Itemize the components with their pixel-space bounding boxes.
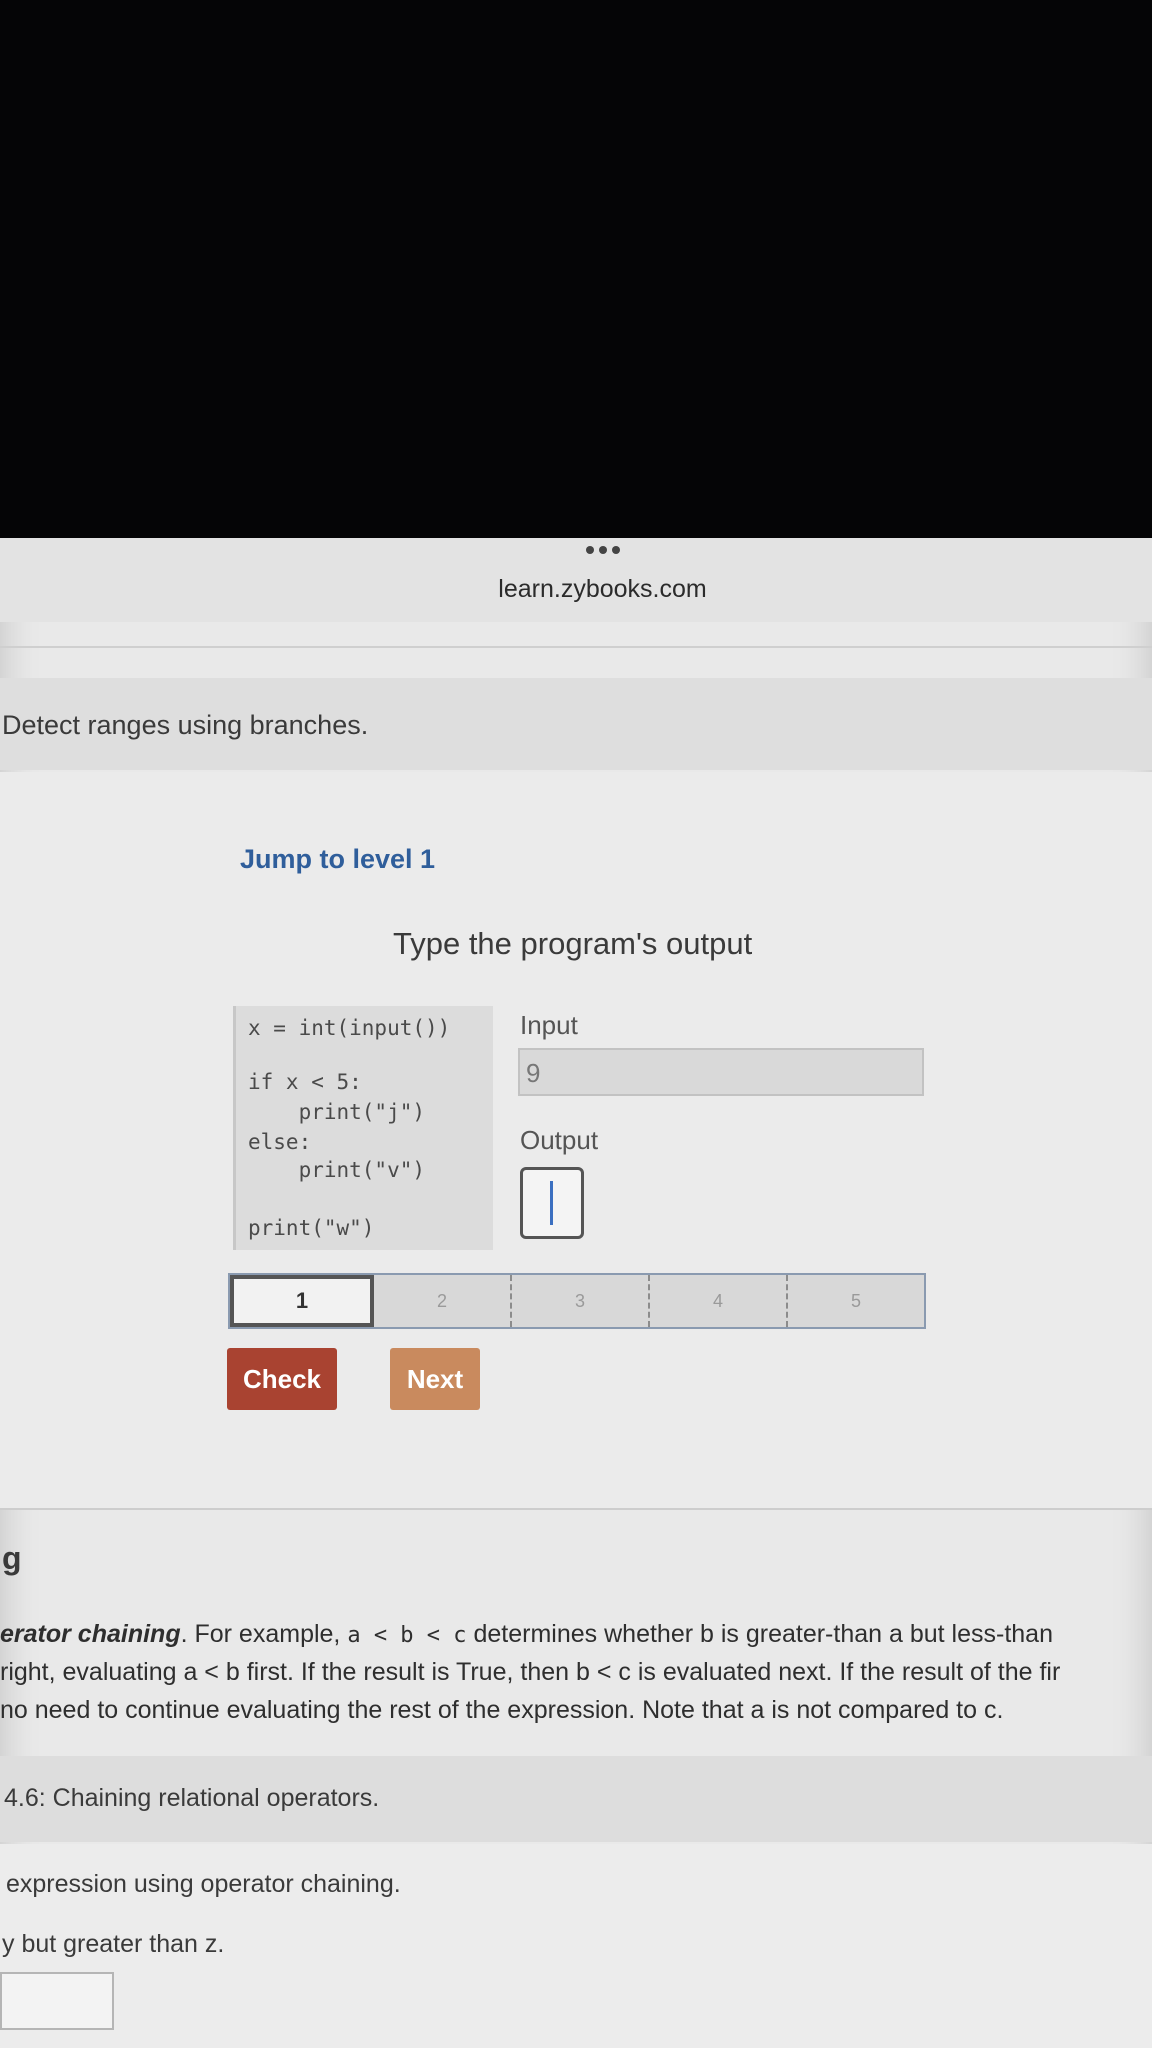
jump-to-level-link[interactable]: Jump to level 1	[240, 844, 435, 875]
address-bar-url[interactable]: learn.zybooks.com	[0, 575, 1152, 604]
subsection-heading: g	[2, 1540, 22, 1576]
participation-subtext: y but greater than z.	[2, 1930, 225, 1958]
code-line: print("w")	[248, 1216, 375, 1240]
text-span: . For example,	[180, 1620, 348, 1648]
answer-input[interactable]	[0, 1972, 114, 2030]
divider	[0, 646, 1152, 648]
code-line: if x < 5:	[248, 1070, 362, 1094]
level-progress-bar: 1 2 3 4 5	[228, 1273, 926, 1329]
paragraph-line-3: no need to continue evaluating the rest …	[0, 1696, 1004, 1724]
term-operator-chaining: erator chaining	[0, 1620, 181, 1648]
code-line: x = int(input())	[248, 1016, 451, 1040]
level-2[interactable]: 2	[374, 1275, 512, 1327]
input-label: Input	[520, 1010, 578, 1040]
code-line: else:	[248, 1130, 312, 1154]
inline-code: a < b < c	[347, 1623, 467, 1648]
level-5[interactable]: 5	[788, 1275, 924, 1327]
divider	[0, 1508, 1152, 1510]
code-panel: x = int(input()) if x < 5: print("j") el…	[233, 1006, 493, 1250]
next-button[interactable]: Next	[390, 1348, 480, 1410]
level-3[interactable]: 3	[512, 1275, 650, 1327]
code-line: print("v")	[248, 1158, 426, 1182]
level-4[interactable]: 4	[650, 1275, 788, 1327]
paragraph-line-2: right, evaluating a < b first. If the re…	[0, 1658, 1061, 1686]
participation-instruction: expression using operator chaining.	[6, 1870, 401, 1898]
check-button[interactable]: Check	[227, 1348, 337, 1410]
input-value-field: 9	[518, 1048, 924, 1096]
section-title: Detect ranges using branches.	[2, 710, 369, 740]
participation-title: 4.6: Chaining relational operators.	[4, 1784, 380, 1812]
paragraph-line-1: erator chaining. For example, a < b < c …	[0, 1620, 1053, 1649]
text-span: determines whether b is greater-than a b…	[466, 1620, 1053, 1648]
activity-prompt: Type the program's output	[393, 926, 753, 961]
level-1[interactable]: 1	[230, 1275, 374, 1327]
output-label: Output	[520, 1125, 599, 1155]
code-line: print("j")	[248, 1100, 426, 1124]
text-cursor	[550, 1181, 553, 1225]
more-options-icon[interactable]	[573, 546, 633, 566]
